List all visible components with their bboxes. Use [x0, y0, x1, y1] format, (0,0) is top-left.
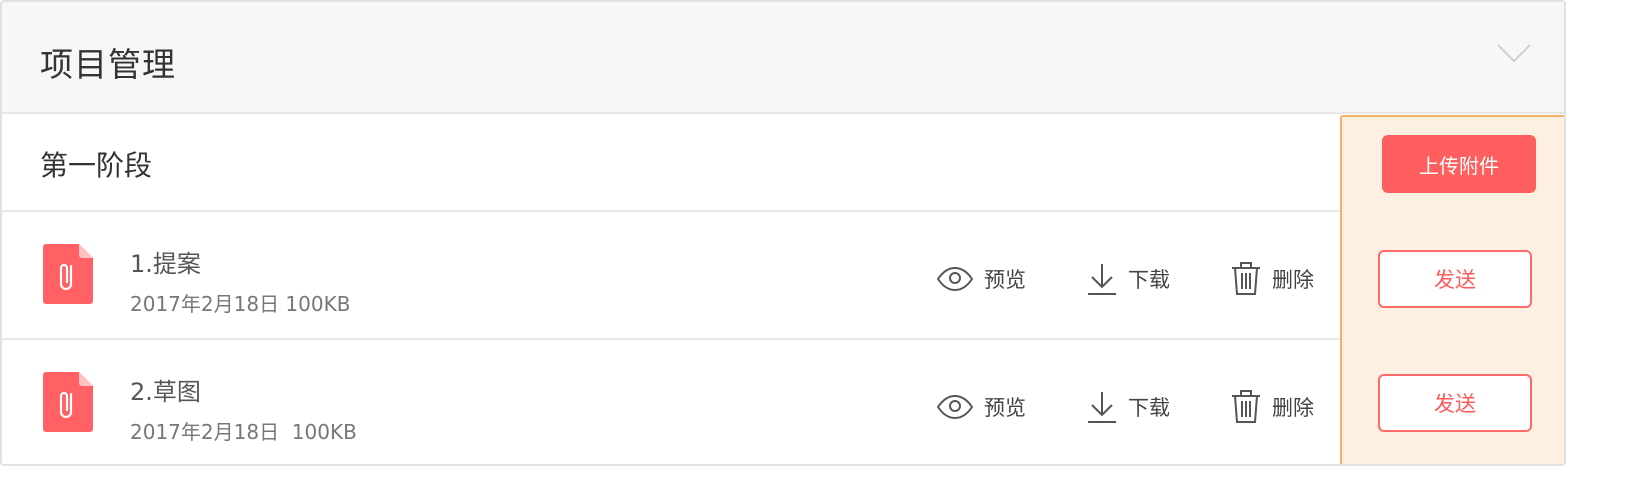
preview-label: 预览: [984, 396, 1026, 420]
file-name: 1.提案: [130, 250, 201, 278]
delete-button[interactable]: 删除: [1230, 262, 1314, 296]
file-row: 2.草图 2017年2月18日 100KB 预览 下载 删除: [2, 340, 1564, 464]
download-label: 下载: [1128, 268, 1170, 292]
download-icon: [1088, 264, 1116, 295]
chevron-down-icon[interactable]: [1496, 42, 1532, 64]
panel-title: 项目管理: [40, 45, 176, 84]
eye-icon: [936, 395, 974, 419]
file-meta: 2017年2月18日 100KB: [130, 292, 351, 316]
upload-attachment-button[interactable]: 上传附件: [1382, 135, 1536, 193]
preview-button[interactable]: 预览: [936, 390, 1026, 424]
delete-label: 删除: [1272, 268, 1314, 292]
stage-row: 第一阶段: [2, 114, 1564, 212]
download-button[interactable]: 下载: [1086, 262, 1170, 296]
preview-button[interactable]: 预览: [936, 262, 1026, 296]
file-row: 1.提案 2017年2月18日 100KB 预览 下载 删除: [2, 212, 1564, 340]
panel-header[interactable]: 项目管理: [2, 2, 1564, 114]
file-name: 2.草图: [130, 378, 201, 406]
download-label: 下载: [1128, 396, 1170, 420]
file-meta: 2017年2月18日 100KB: [130, 420, 357, 444]
trash-icon: [1232, 262, 1260, 295]
eye-icon: [936, 267, 974, 291]
send-button[interactable]: 发送: [1378, 250, 1532, 308]
delete-button[interactable]: 删除: [1230, 390, 1314, 424]
send-button[interactable]: 发送: [1378, 374, 1532, 432]
preview-label: 预览: [984, 268, 1026, 292]
file-icon: [43, 244, 93, 304]
project-panel: 项目管理 第一阶段 1.提案 2017年2月18日 100KB 预览 下载 删除…: [0, 0, 1566, 466]
download-button[interactable]: 下载: [1086, 390, 1170, 424]
trash-icon: [1232, 390, 1260, 423]
file-icon: [43, 372, 93, 432]
download-icon: [1088, 392, 1116, 423]
stage-title: 第一阶段: [40, 149, 153, 182]
delete-label: 删除: [1272, 396, 1314, 420]
